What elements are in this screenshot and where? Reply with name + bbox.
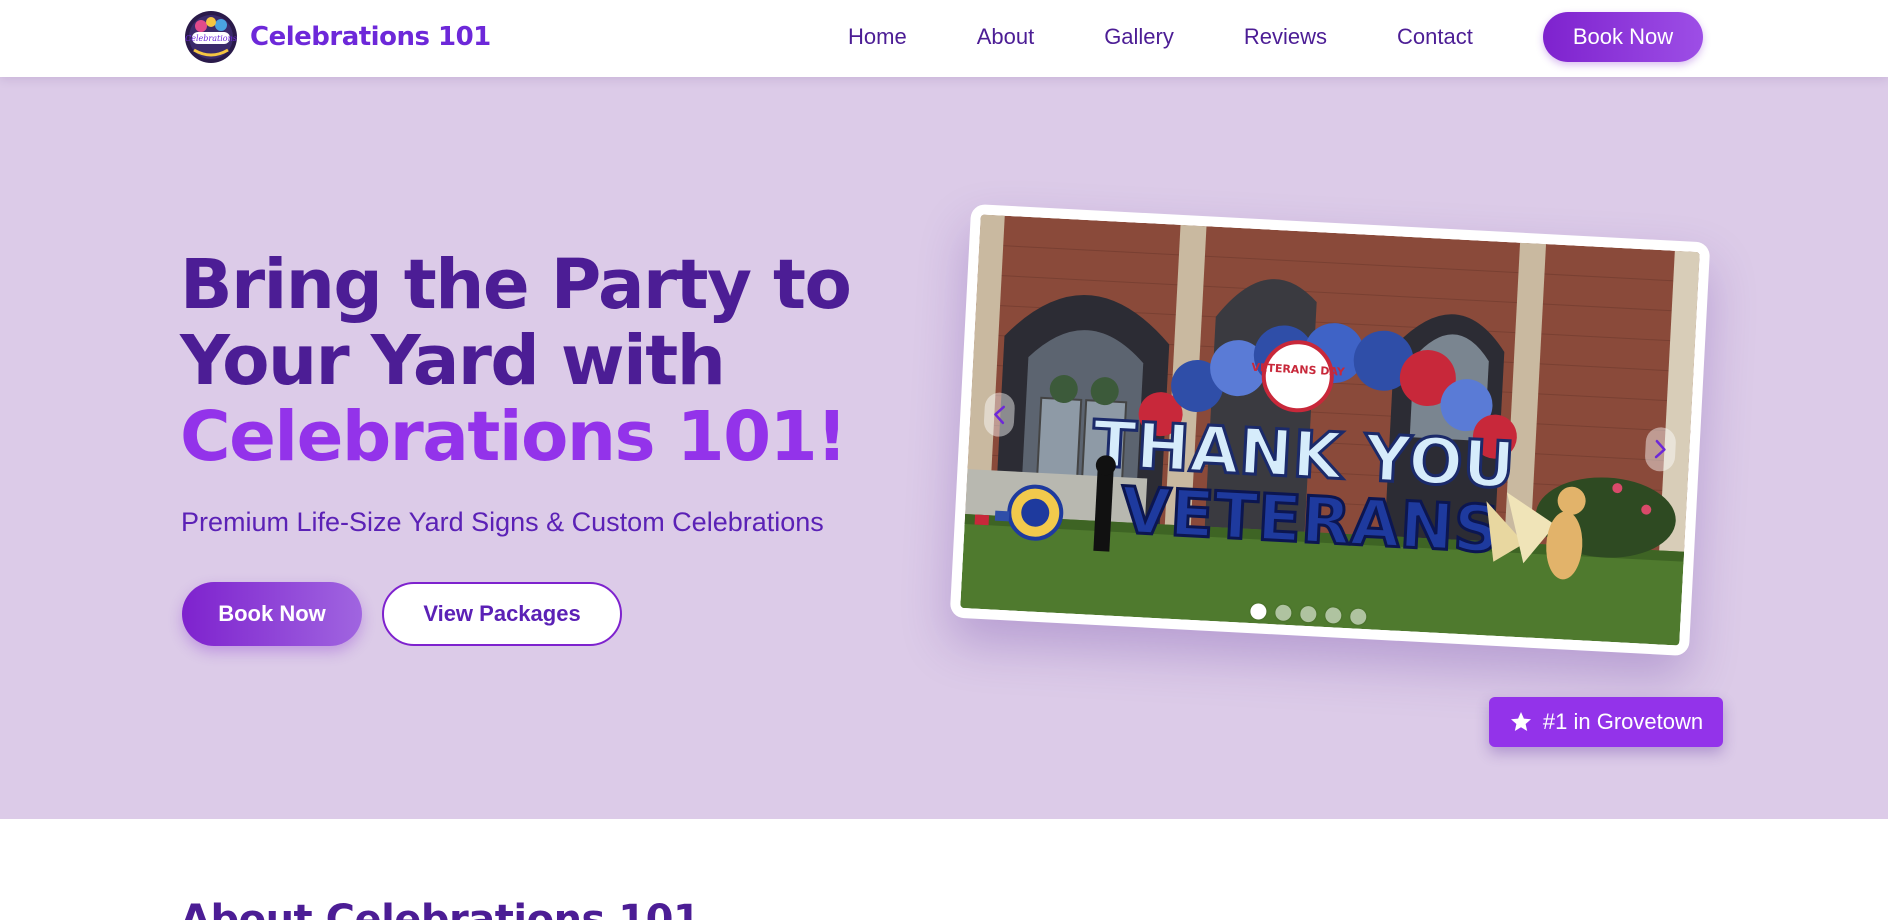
slide-photo: VETERANS DAY THANK YOU VETERANS (960, 214, 1700, 646)
slider-dot-2[interactable] (1274, 604, 1292, 622)
svg-text:Celebrations: Celebrations (185, 34, 237, 43)
hero-image-slider: VETERANS DAY THANK YOU VETERANS (949, 203, 1711, 657)
chevron-left-icon (994, 405, 1006, 425)
nav-link-reviews[interactable]: Reviews (1244, 24, 1327, 50)
main-navigation: Home About Gallery Reviews Contact (848, 0, 1543, 74)
brand-home-link[interactable]: Celebrations Celebrations 101 (184, 10, 491, 64)
slider-prev-button[interactable] (983, 391, 1016, 438)
hero-title-line-2: Your Yard with (180, 321, 726, 401)
nav-book-now-button[interactable]: Book Now (1543, 12, 1703, 62)
slider-dot-5[interactable] (1349, 608, 1367, 626)
nav-link-gallery[interactable]: Gallery (1104, 24, 1174, 50)
top-navbar: Celebrations Celebrations 101 Home About… (0, 0, 1888, 77)
chevron-right-icon (1654, 439, 1666, 459)
grovetown-rank-badge: #1 in Grovetown (1489, 697, 1723, 747)
hero-section: Bring the Party to Your Yard with Celebr… (0, 77, 1888, 819)
nav-link-about[interactable]: About (977, 24, 1035, 50)
hero-title-line-3: Celebrations 101! (180, 397, 848, 477)
nav-link-home[interactable]: Home (848, 24, 907, 50)
nav-link-contact[interactable]: Contact (1397, 24, 1473, 50)
hero-title-line-1: Bring the Party to (180, 245, 852, 325)
hero-subtitle: Premium Life-Size Yard Signs & Custom Ce… (181, 507, 824, 537)
veterans-yard-sign-photo: VETERANS DAY THANK YOU VETERANS (960, 214, 1700, 646)
hero-book-now-button[interactable]: Book Now (182, 582, 362, 646)
star-icon (1510, 712, 1531, 731)
brand-name: Celebrations 101 (250, 22, 491, 52)
slider-next-button[interactable] (1644, 426, 1677, 473)
hero-title: Bring the Party to Your Yard with Celebr… (180, 247, 900, 475)
slider-dot-1[interactable] (1249, 603, 1267, 620)
view-packages-button[interactable]: View Packages (382, 582, 622, 646)
slider-dot-4[interactable] (1324, 607, 1342, 624)
about-title: About Celebrations 101 (180, 897, 701, 920)
celebrations-logo-icon: Celebrations (185, 11, 237, 63)
slider-dot-3[interactable] (1299, 605, 1317, 623)
about-section: About Celebrations 101 (0, 819, 1888, 920)
rank-badge-text: #1 in Grovetown (1542, 709, 1704, 734)
